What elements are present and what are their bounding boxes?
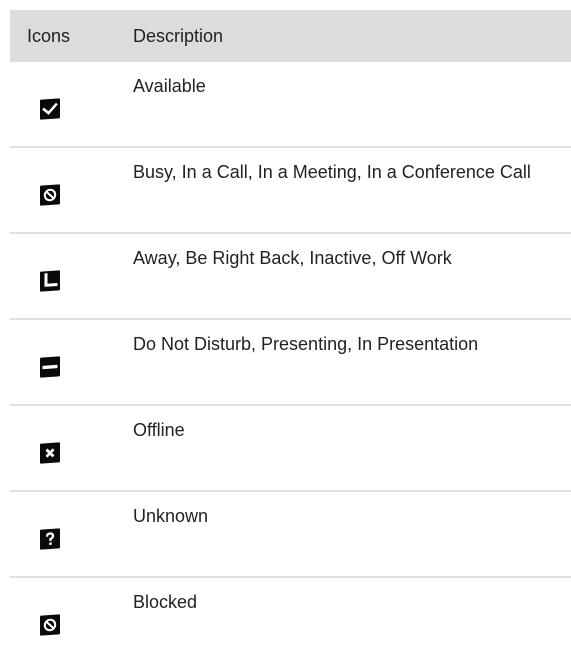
table-row: Offline [10,406,571,492]
table-row: Busy, In a Call, In a Meeting, In a Conf… [10,148,571,234]
offline-x-icon [40,442,60,464]
status-description: Unknown [133,506,209,526]
do-not-disturb-minus-icon [40,356,60,378]
status-description: Available [133,76,206,96]
table-header: Icons Description [10,10,571,62]
status-description: Do Not Disturb, Presenting, In Presentat… [133,334,479,354]
available-check-icon [40,98,60,120]
status-description: Offline [133,420,185,440]
status-description: Blocked [133,592,198,612]
table-row: Unknown [10,492,571,578]
icons-column-header: Icons [27,25,71,46]
away-clock-icon [40,270,60,292]
table-row: Away, Be Right Back, Inactive, Off Work [10,234,571,320]
busy-circle-slash-icon [40,184,60,206]
unknown-question-icon [40,528,60,550]
table-row: Blocked [10,578,571,664]
table-row: Available [10,62,571,148]
blocked-circle-slash-icon [40,614,60,636]
status-description: Away, Be Right Back, Inactive, Off Work [133,248,452,268]
description-column-header: Description [133,25,224,46]
status-description: Busy, In a Call, In a Meeting, In a Conf… [133,162,531,182]
table-row: Do Not Disturb, Presenting, In Presentat… [10,320,571,406]
presence-icons-table: Icons Description Available Busy, In a C… [10,10,571,664]
